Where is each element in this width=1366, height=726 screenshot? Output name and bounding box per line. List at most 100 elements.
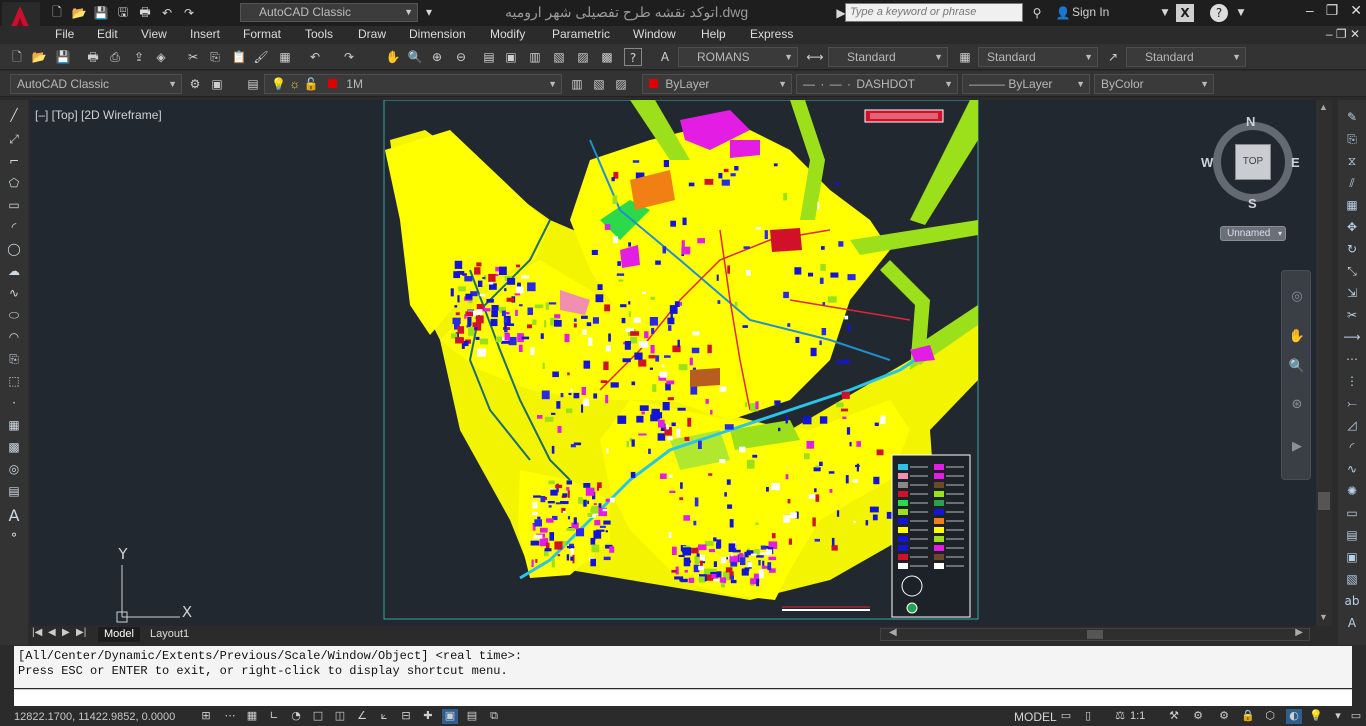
lightbulb-icon[interactable]: 💡 <box>1308 709 1324 724</box>
compass-east[interactable]: E <box>1291 155 1300 170</box>
copy-icon[interactable]: ⎘ <box>206 48 224 66</box>
region-icon[interactable]: ◎ <box>4 462 24 480</box>
minimize-icon[interactable]: – <box>1306 2 1314 19</box>
pan-icon[interactable]: ✋ <box>384 48 402 66</box>
menu-dimension[interactable]: Dimension <box>409 27 466 41</box>
menu-format[interactable]: Format <box>243 27 281 41</box>
table-style-dropdown[interactable]: Standard ▼ <box>978 47 1098 67</box>
design-center-icon[interactable]: ▣ <box>502 48 520 66</box>
tab-nav-last-icon[interactable]: ▶| <box>76 627 86 638</box>
chevron-down-icon[interactable]: ▼ <box>1232 4 1250 22</box>
ortho-mode-icon[interactable]: ∟ <box>266 709 282 724</box>
publish-icon[interactable]: ⇪ <box>130 48 148 66</box>
vertical-scrollbar[interactable]: ▲ ▼ <box>1316 100 1332 626</box>
edit-polyline-icon[interactable]: ▭ <box>1342 506 1362 524</box>
isolate-objects-icon[interactable]: ◐ <box>1286 709 1302 724</box>
dim-style-dropdown[interactable]: Standard ▼ <box>828 47 948 67</box>
close-icon[interactable]: ✕ <box>1350 2 1362 19</box>
break-at-point-icon[interactable]: ⋯ <box>1342 352 1362 370</box>
object-snap-tracking-icon[interactable]: ∠ <box>354 709 370 724</box>
3d-object-snap-icon[interactable]: ◫ <box>332 709 348 724</box>
scale-icon[interactable]: ⤡ <box>1342 264 1362 282</box>
save-icon[interactable]: 💾 <box>54 48 72 66</box>
menu-insert[interactable]: Insert <box>190 27 220 41</box>
new-icon[interactable]: 🗋 <box>8 48 26 66</box>
abc-icon[interactable]: ab <box>1342 594 1362 612</box>
document-window-controls[interactable]: – ❐ ✕ <box>1326 27 1360 41</box>
block-editor-icon[interactable]: ▦ <box>276 48 294 66</box>
zoom-realtime-icon[interactable]: 🔍 <box>406 48 424 66</box>
layer-dropdown[interactable]: 💡 ☼ 🔓 1M ▼ <box>264 74 562 94</box>
annotation-scale-icon[interactable]: ⚖ <box>1112 709 1128 724</box>
text-style-icon[interactable]: A <box>656 48 674 66</box>
multiline-text-icon[interactable]: A <box>4 506 24 525</box>
cut-icon[interactable]: ✂ <box>184 48 202 66</box>
scroll-left-icon[interactable]: ◀ <box>889 627 897 638</box>
text-edit-icon[interactable]: A <box>1342 616 1362 634</box>
draworder-icon[interactable]: ▤ <box>1342 528 1362 546</box>
circle-icon[interactable]: ◯ <box>4 242 24 260</box>
move-icon[interactable]: ✥ <box>1342 220 1362 238</box>
auto-scale-icon[interactable]: ⚙ <box>1190 709 1206 724</box>
workspace-dropdown[interactable]: AutoCAD Classic ▼ <box>10 74 182 94</box>
undo-icon[interactable]: ↶ <box>306 48 324 66</box>
dynamic-input-icon[interactable]: ⊟ <box>398 709 414 724</box>
hardware-acceleration-icon[interactable]: ⬡ <box>1262 709 1278 724</box>
menu-tools[interactable]: Tools <box>305 27 333 41</box>
hatch-icon[interactable]: ▦ <box>4 418 24 436</box>
make-block-icon[interactable]: ⬚ <box>4 374 24 392</box>
stretch-icon[interactable]: ⇲ <box>1342 286 1362 304</box>
offset-icon[interactable]: ⫽ <box>1342 176 1362 194</box>
add-selected-icon[interactable]: ⚬ <box>4 528 24 546</box>
chamfer-icon[interactable]: ◿ <box>1342 418 1362 436</box>
insert-block-icon[interactable]: ⎘ <box>4 352 24 370</box>
redo-icon[interactable]: ↷ <box>180 4 198 22</box>
make-current-icon[interactable]: ▥ <box>568 75 586 93</box>
help-icon[interactable]: ? <box>1210 4 1228 22</box>
zoom-window-icon[interactable]: ⊕ <box>428 48 446 66</box>
paste-icon[interactable]: 📋 <box>230 48 248 66</box>
grid-display-icon[interactable]: ▦ <box>244 709 260 724</box>
layer-states-icon[interactable]: ▨ <box>612 75 630 93</box>
fillet-icon[interactable]: ◜ <box>1342 440 1362 458</box>
scroll-up-icon[interactable]: ▲ <box>1319 102 1328 112</box>
showmotion-icon[interactable]: ▶ <box>1288 439 1306 457</box>
open-icon[interactable]: 📂 <box>30 48 48 66</box>
selection-cycling-icon[interactable]: ⧉ <box>486 709 502 724</box>
layer-previous-icon[interactable]: ▧ <box>590 75 608 93</box>
dynamic-ucs-icon[interactable]: ⟀ <box>376 709 392 724</box>
object-snap-icon[interactable]: □ <box>310 709 326 724</box>
ellipse-icon[interactable]: ⬭ <box>4 308 24 326</box>
exchange-icon[interactable]: X <box>1176 4 1194 22</box>
viewcube[interactable]: TOP N S E W <box>1201 114 1301 211</box>
transparency-icon[interactable]: ▣ <box>442 709 458 724</box>
match-properties-icon[interactable]: 🖌 <box>252 48 270 66</box>
ungroup-icon[interactable]: ▧ <box>1342 572 1362 590</box>
rotate-icon[interactable]: ↻ <box>1342 242 1362 260</box>
color-dropdown[interactable]: ByLayer ▼ <box>642 74 792 94</box>
construction-line-icon[interactable]: ⤢ <box>4 132 24 150</box>
quick-view-layouts-icon[interactable]: ▭ <box>1058 709 1074 724</box>
zoom-icon[interactable]: 🔍 <box>1288 359 1306 377</box>
menu-draw[interactable]: Draw <box>358 27 386 41</box>
redo-icon[interactable]: ↷ <box>340 48 358 66</box>
scroll-thumb[interactable] <box>1087 630 1103 639</box>
infer-constraints-icon[interactable]: ⊞ <box>198 709 214 724</box>
plot-preview-icon[interactable]: ⎙ <box>106 48 124 66</box>
tab-layout1[interactable]: Layout1 <box>144 627 195 642</box>
scroll-thumb[interactable] <box>1318 492 1330 510</box>
menu-modify[interactable]: Modify <box>490 27 525 41</box>
table-icon[interactable]: ▤ <box>4 484 24 502</box>
restore-icon[interactable]: ❐ <box>1326 2 1339 19</box>
compass-west[interactable]: W <box>1201 155 1213 170</box>
dim-style-icon[interactable]: ⟷ <box>806 48 824 66</box>
mirror-icon[interactable]: ⧖ <box>1342 154 1362 172</box>
save-as-icon[interactable]: 🖫 <box>114 4 132 22</box>
viewcube-top-face[interactable]: TOP <box>1235 144 1271 180</box>
rectangle-icon[interactable]: ▭ <box>4 198 24 216</box>
model-space-toggle[interactable]: MODEL <box>1014 710 1057 724</box>
properties-icon[interactable]: ▤ <box>480 48 498 66</box>
zoom-previous-icon[interactable]: ⊖ <box>452 48 470 66</box>
linetype-dropdown[interactable]: — · — · DASHDOT ▼ <box>796 74 958 94</box>
snap-mode-icon[interactable]: ⋯ <box>222 709 238 724</box>
